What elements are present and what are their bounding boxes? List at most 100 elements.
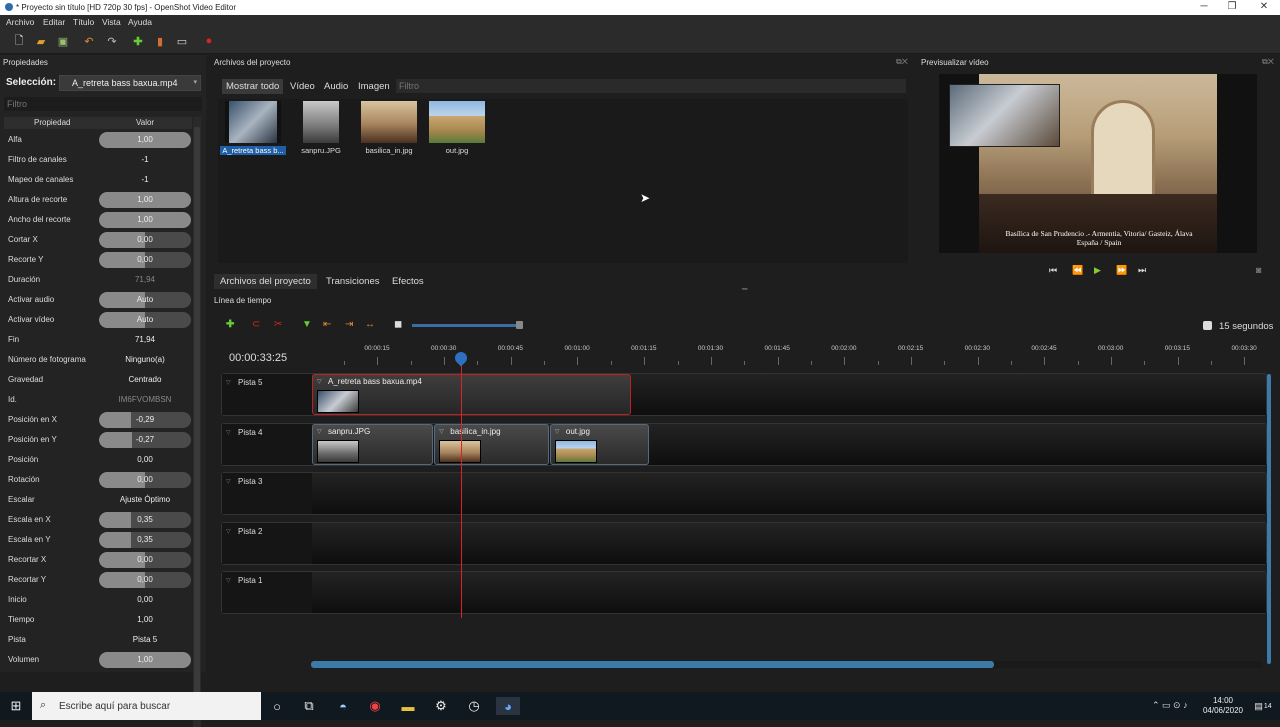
property-row[interactable]: Id. IM6FVOMBSN <box>4 390 192 410</box>
tab-effects[interactable]: Efectos <box>386 274 430 289</box>
tab-image[interactable]: Imagen <box>358 81 390 92</box>
property-value[interactable]: 0,00 <box>99 472 191 488</box>
playhead-line[interactable] <box>461 358 463 618</box>
add-track-icon[interactable]: ✚ <box>226 319 234 330</box>
camera-icon[interactable]: ◙ <box>1256 265 1261 275</box>
file-item-basilica[interactable]: basilica_in.jpg <box>356 101 422 155</box>
property-row[interactable]: Recortar X 0,00 <box>4 550 192 570</box>
property-row[interactable]: Rotación 0,00 <box>4 470 192 490</box>
track-menu-icon[interactable]: ▽ <box>226 528 231 535</box>
track-header[interactable]: ▽ Pista 5 <box>222 374 312 415</box>
file-explorer-icon[interactable]: ▬ <box>399 697 417 715</box>
property-row[interactable]: Gravedad Centrado <box>4 370 192 390</box>
zoom-checkbox[interactable] <box>1203 321 1212 330</box>
timeline-clip[interactable]: ▽ basilica_in.jpg <box>434 423 549 465</box>
file-item-out[interactable]: out.jpg <box>424 101 490 155</box>
save-project-icon[interactable]: ▣ <box>56 34 70 48</box>
tab-audio[interactable]: Audio <box>324 81 348 92</box>
razor-icon[interactable]: ✂ <box>274 319 282 330</box>
app-icon-1[interactable]: ◓ <box>334 697 352 715</box>
tab-transitions[interactable]: Transiciones <box>320 274 386 289</box>
property-row[interactable]: Recorte Y 0,00 <box>4 250 192 270</box>
tab-show-all[interactable]: Mostrar todo <box>222 79 284 94</box>
properties-filter-input[interactable] <box>4 97 202 111</box>
property-row[interactable]: Duración 71,94 <box>4 270 192 290</box>
property-value[interactable]: 1,00 <box>99 212 191 228</box>
play-icon[interactable]: ▶ <box>1094 265 1101 276</box>
property-value[interactable]: 0,00 <box>99 232 191 248</box>
property-value[interactable]: 0,00 <box>99 452 191 468</box>
property-value[interactable]: Pista 5 <box>99 632 191 648</box>
scrollbar-thumb[interactable] <box>194 127 200 717</box>
timeline-clip[interactable]: ▽ A_retreta bass baxua.mp4 <box>312 374 631 415</box>
menu-vista[interactable]: Vista <box>102 17 121 27</box>
cortana-icon[interactable]: ○ <box>268 697 286 715</box>
property-row[interactable]: Activar audio Auto <box>4 290 192 310</box>
property-row[interactable]: Alfa 1,00 <box>4 130 192 150</box>
property-value[interactable]: 1,00 <box>99 192 191 208</box>
clip-menu-icon[interactable]: ▽ <box>317 428 322 435</box>
property-value[interactable]: 71,94 <box>99 332 191 348</box>
task-view-icon[interactable]: ⧉ <box>300 697 318 715</box>
property-value[interactable]: -1 <box>99 152 191 168</box>
property-value[interactable]: 71,94 <box>99 272 191 288</box>
track-menu-icon[interactable]: ▽ <box>226 577 231 584</box>
property-value[interactable]: -0,29 <box>99 412 191 428</box>
track-lane[interactable]: ▽ A_retreta bass baxua.mp4 <box>312 374 1266 415</box>
property-value[interactable]: Auto <box>99 292 191 308</box>
property-row[interactable]: Número de fotograma Ninguno(a) <box>4 350 192 370</box>
column-header-value[interactable]: Valor <box>136 118 154 127</box>
timeline-track[interactable]: ▽ Pista 1 <box>221 571 1267 614</box>
new-project-icon[interactable]: 🗋 <box>12 34 26 48</box>
jump-start-icon[interactable]: ⏮ <box>1049 265 1057 276</box>
property-row[interactable]: Escala en X 0,35 <box>4 510 192 530</box>
settings-gear-icon[interactable]: ⚙ <box>432 697 450 715</box>
center-timeline-icon[interactable]: ↔ <box>365 319 375 330</box>
property-value[interactable]: 1,00 <box>99 132 191 148</box>
property-value[interactable]: 0,35 <box>99 532 191 548</box>
menu-ayuda[interactable]: Ayuda <box>128 17 152 27</box>
next-marker-icon[interactable]: ⇥ <box>345 319 353 330</box>
property-value[interactable]: 0,35 <box>99 512 191 528</box>
track-menu-icon[interactable]: ▽ <box>226 429 231 436</box>
splitter-handle[interactable]: ━ <box>742 284 747 295</box>
clip-menu-icon[interactable]: ▽ <box>555 428 560 435</box>
redo-icon[interactable]: ↷ <box>105 34 119 48</box>
menu-editar[interactable]: Editar <box>43 17 65 27</box>
property-value[interactable]: Auto <box>99 312 191 328</box>
fast-forward-icon[interactable]: ⏩ <box>1116 265 1127 276</box>
export-video-icon[interactable]: ● <box>202 34 216 48</box>
property-row[interactable]: Ancho del recorte 1,00 <box>4 210 192 230</box>
property-value[interactable]: 0,00 <box>99 552 191 568</box>
taskbar-clock[interactable]: 14:00 04/06/2020 <box>1198 696 1248 716</box>
timeline-track[interactable]: ▽ Pista 4 ▽ sanpru.JPG ▽ basilica_in.jpg ▽ out.… <box>221 422 1267 466</box>
panel-float-close-icon[interactable]: ⧉✕ <box>1262 57 1274 67</box>
track-menu-icon[interactable]: ▽ <box>226 379 231 386</box>
close-button[interactable]: ✕ <box>1248 1 1280 14</box>
property-row[interactable]: Filtro de canales -1 <box>4 150 192 170</box>
property-value[interactable]: Ajuste Óptimo <box>99 492 191 508</box>
panel-float-close-icon[interactable]: ⧉✕ <box>896 57 908 67</box>
notifications-icon[interactable]: ▤ 14 <box>1254 697 1272 715</box>
fullscreen-icon[interactable]: ▭ <box>175 34 189 48</box>
chrome-icon[interactable]: ◉ <box>366 697 384 715</box>
property-row[interactable]: Recortar Y 0,00 <box>4 570 192 590</box>
property-value[interactable]: Ninguno(a) <box>99 352 191 368</box>
taskbar-search-box[interactable]: ⌕ Escribe aquí para buscar <box>32 692 261 720</box>
timeline-track[interactable]: ▽ Pista 5 ▽ A_retreta bass baxua.mp4 <box>221 373 1267 416</box>
windows-start-icon[interactable]: ⊞ <box>7 697 25 715</box>
clip-menu-icon[interactable]: ▽ <box>317 378 322 385</box>
timeline-horizontal-scrollbar[interactable] <box>311 661 1263 668</box>
property-row[interactable]: Altura de recorte 1,00 <box>4 190 192 210</box>
openshot-taskbar-icon[interactable]: ◕ <box>496 697 520 715</box>
scrollbar-thumb[interactable] <box>311 661 994 668</box>
zoom-slider-handle[interactable] <box>516 321 523 329</box>
timeline-track[interactable]: ▽ Pista 3 <box>221 472 1267 515</box>
timeline-clip[interactable]: ▽ out.jpg <box>549 423 649 465</box>
column-header-property[interactable]: Propiedad <box>34 118 70 127</box>
previous-marker-icon[interactable]: ⇤ <box>323 319 331 330</box>
property-row[interactable]: Escalar Ajuste Óptimo <box>4 490 192 510</box>
file-item-video[interactable]: A_retreta bass b... <box>220 101 286 155</box>
rewind-icon[interactable]: ⏪ <box>1072 265 1083 276</box>
maximize-button[interactable]: ❐ <box>1216 1 1248 14</box>
